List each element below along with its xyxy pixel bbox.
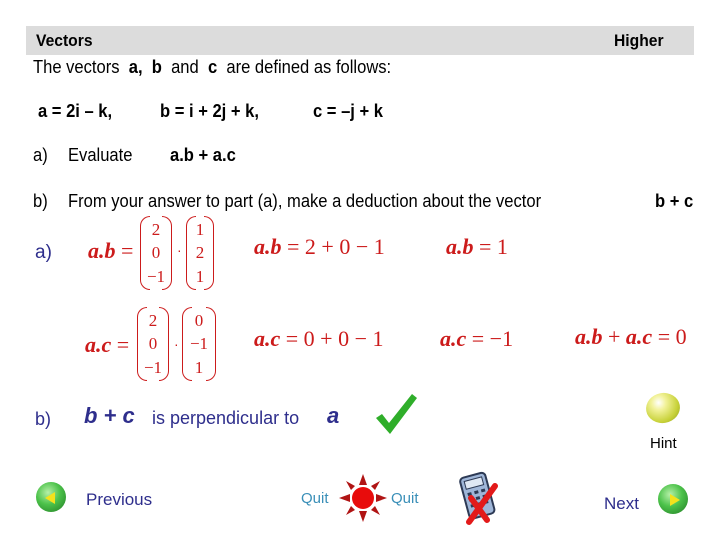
vector-cell: 1 [195, 267, 205, 286]
solution-b-text: is perpendicular to [152, 408, 300, 428]
part-a-question-text: Evaluate [68, 145, 133, 165]
ab-vector-b: 1 2 1 [186, 216, 214, 290]
level-label: Higher [614, 31, 664, 50]
ab-result-value: = 1 [479, 234, 508, 259]
vector-cell: 2 [195, 243, 205, 262]
quit-label-right[interactable]: Quit [391, 490, 419, 507]
part-a-question-expr: a.b + a.c [170, 145, 236, 165]
part-b-question-expr: b + c [655, 191, 694, 211]
definition-a: a = 2i – k, [38, 101, 113, 121]
definition-c: c = –j + k [313, 101, 383, 121]
vector-cell: −1 [146, 267, 166, 286]
arrow-left-icon [45, 492, 55, 504]
sum-term-1: a.b [575, 324, 603, 349]
sum-result: a.b + a.c = 0 [575, 324, 687, 350]
sum-plus: + [608, 324, 621, 349]
ac-step-value: = 0 + 0 − 1 [285, 326, 384, 351]
ac-vector-c: 0 −1 1 [182, 307, 216, 381]
quit-sun-icon[interactable] [338, 473, 388, 523]
calculator-cross-icon[interactable] [455, 470, 505, 526]
previous-button[interactable] [36, 482, 66, 512]
checkmark-icon [376, 394, 417, 434]
intro-vector-b: b [151, 57, 162, 77]
ac-vector-a: 2 0 −1 [137, 307, 169, 381]
question-intro: The vectors a, b and c are defined as fo… [33, 57, 391, 78]
intro-and: and [171, 57, 199, 77]
intro-prefix: The vectors [33, 57, 120, 77]
sum-value: = 0 [657, 324, 687, 349]
vector-cell: 0 [194, 311, 204, 330]
ab-expansion: a.b = 2 + 0 − 1 [254, 234, 385, 260]
next-label[interactable]: Next [604, 494, 639, 514]
quit-label-left[interactable]: Quit [301, 490, 329, 507]
part-a-question-label: a) [33, 145, 48, 165]
ac-result-var: a.c [440, 326, 467, 351]
part-b-question-label: b) [33, 191, 48, 211]
vector-cell: −1 [143, 358, 163, 377]
vector-cell: 1 [194, 358, 204, 377]
ab-lhs-var: a.b [88, 238, 116, 263]
ab-step-value: = 2 + 0 − 1 [287, 234, 385, 259]
ac-result: a.c = −1 [440, 326, 513, 352]
ac-lhs: a.c = [85, 332, 130, 357]
definition-b: b = i + 2j + k, [160, 101, 259, 121]
ab-lhs: a.b = [88, 238, 134, 263]
hint-button[interactable] [643, 390, 683, 426]
part-b-question-text: From your answer to part (a), make a ded… [68, 191, 542, 211]
sum-term-2: a.c [625, 324, 653, 349]
ac-lhs-var: a.c [85, 332, 112, 357]
vector-cell: 0 [148, 334, 158, 353]
topic-title: Vectors [36, 31, 93, 50]
next-button[interactable] [658, 484, 688, 514]
ab-step-var: a.b [254, 234, 282, 259]
ac-result-value: = −1 [471, 326, 514, 351]
dot-operator: · [177, 242, 182, 258]
solution-b-expr: b + c [84, 403, 135, 428]
ac-step-var: a.c [254, 326, 281, 351]
ab-result: a.b = 1 [446, 234, 508, 260]
solution-b-vector: a [327, 403, 340, 428]
ab-vector-a: 2 0 −1 [140, 216, 172, 290]
intro-suffix: are defined as follows: [226, 57, 392, 77]
vector-cell: −1 [189, 334, 209, 353]
dot-operator: · [174, 336, 179, 352]
ac-expansion: a.c = 0 + 0 − 1 [254, 326, 384, 352]
intro-vector-a: a, [128, 57, 143, 77]
vector-cell: 1 [195, 220, 205, 239]
header-bar [26, 26, 694, 55]
ab-result-var: a.b [446, 234, 474, 259]
vector-cell: 0 [151, 243, 161, 262]
hint-label[interactable]: Hint [650, 435, 677, 452]
arrow-right-icon [670, 494, 680, 506]
intro-vector-c: c [207, 57, 218, 77]
solution-a-label: a) [35, 242, 52, 263]
vector-cell: 2 [148, 311, 158, 330]
solution-b-label: b) [35, 409, 52, 429]
vector-cell: 2 [151, 220, 161, 239]
previous-label[interactable]: Previous [86, 490, 152, 510]
